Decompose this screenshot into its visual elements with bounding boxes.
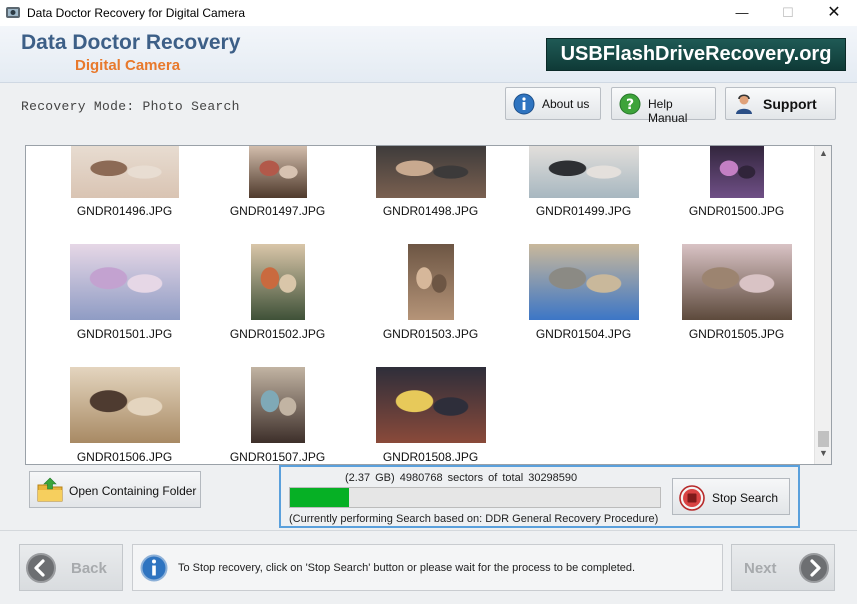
photo-filename: GNDR01508.JPG <box>382 450 479 464</box>
info-message: To Stop recovery, click on 'Stop Search'… <box>178 562 636 574</box>
photo-filename: GNDR01501.JPG <box>76 327 173 341</box>
photo-filename: GNDR01507.JPG <box>229 450 326 464</box>
brand-title: Data Doctor Recovery <box>21 31 241 54</box>
stop-search-button[interactable]: Stop Search <box>672 478 790 515</box>
photo-filename: GNDR01503.JPG <box>382 327 479 341</box>
photo-thumbnail[interactable]: GNDR01508.JPG <box>354 146 507 464</box>
info-icon <box>140 554 168 582</box>
open-containing-folder-button[interactable]: Open Containing Folder <box>29 471 201 508</box>
help-manual-button[interactable]: ? Help Manual <box>611 87 716 125</box>
photo-filename: GNDR01502.JPG <box>229 327 326 341</box>
info-icon <box>513 93 535 115</box>
back-arrow-icon <box>26 553 56 583</box>
recovered-photos-panel[interactable]: GNDR01496.JPG GNDR01497.JPG GNDR01498.JPG G… <box>25 145 832 465</box>
help-manual-label: Help Manual <box>648 97 688 125</box>
next-button[interactable]: Next <box>731 544 835 591</box>
support-person-icon <box>736 94 752 114</box>
website-link[interactable]: USBFlashDriveRecovery.org <box>546 38 846 71</box>
help-icon: ? <box>619 93 641 115</box>
progress-fill <box>290 488 349 507</box>
photo-preview-image <box>681 244 792 320</box>
status-info-box: To Stop recovery, click on 'Stop Search'… <box>132 544 723 591</box>
search-progress-box: (2.37 GB) 4980768 sectors of total 30298… <box>279 465 800 528</box>
next-label: Next <box>744 560 777 577</box>
app-icon <box>6 7 20 18</box>
scroll-down-arrow-icon[interactable]: ▼ <box>815 448 831 462</box>
search-progress-bar <box>289 487 661 508</box>
scrollbar-thumb[interactable] <box>818 431 829 447</box>
stop-icon <box>679 485 705 511</box>
photo-preview-image <box>250 367 305 443</box>
photo-filename: GNDR01506.JPG <box>76 450 173 464</box>
support-label: Support <box>763 96 817 112</box>
maximize-button[interactable]: ☐ <box>765 0 811 26</box>
next-arrow-icon <box>799 553 829 583</box>
vertical-scrollbar[interactable]: ▲ ▼ <box>814 146 831 464</box>
app-body: Recovery Mode: Photo Search About us ? H… <box>0 83 857 604</box>
photo-thumbnail[interactable]: GNDR01505.JPG <box>660 146 813 341</box>
recovery-mode-label: Recovery Mode: Photo Search <box>21 99 240 114</box>
back-button[interactable]: Back <box>19 544 123 591</box>
support-button[interactable]: Support <box>725 87 836 120</box>
sector-stats-text: (2.37 GB) 4980768 sectors of total 30298… <box>345 472 578 484</box>
footer-divider <box>0 530 857 531</box>
close-button[interactable]: ✕ <box>811 0 857 26</box>
photo-preview-image <box>375 367 486 443</box>
folder-open-icon <box>37 477 63 502</box>
minimize-button[interactable]: — <box>719 0 765 26</box>
photo-filename: GNDR01504.JPG <box>535 327 632 341</box>
stop-search-label: Stop Search <box>712 491 779 505</box>
brand-subtitle: Digital Camera <box>75 57 181 74</box>
photo-filename: GNDR01505.JPG <box>688 327 785 341</box>
open-folder-label: Open Containing Folder <box>69 484 197 498</box>
photo-preview-image <box>528 244 639 320</box>
photo-thumbnail[interactable]: GNDR01506.JPG <box>48 146 201 464</box>
about-us-button[interactable]: About us <box>505 87 601 120</box>
window-title: Data Doctor Recovery for Digital Camera <box>27 6 246 20</box>
header-banner: Data Doctor Recovery Digital Camera USBF… <box>0 26 857 83</box>
about-us-label: About us <box>542 97 590 111</box>
svg-text:?: ? <box>626 97 634 113</box>
title-bar: Data Doctor Recovery for Digital Camera … <box>0 0 857 26</box>
photo-preview-image <box>69 367 180 443</box>
scroll-up-arrow-icon[interactable]: ▲ <box>815 148 831 162</box>
photo-thumbnail[interactable]: GNDR01504.JPG <box>507 146 660 341</box>
procedure-text: (Currently performing Search based on: D… <box>289 513 659 525</box>
back-label: Back <box>71 560 107 577</box>
photo-thumbnail[interactable]: GNDR01507.JPG <box>201 146 354 464</box>
